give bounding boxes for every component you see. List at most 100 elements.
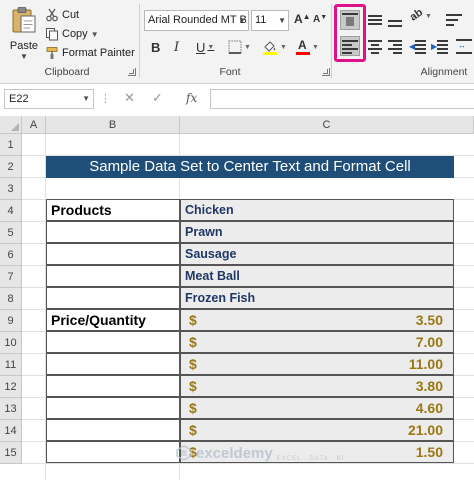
increase-indent-icon[interactable]: ▶	[431, 39, 448, 54]
format-painter-button[interactable]: Format Painter	[44, 44, 135, 62]
bold-button[interactable]: B	[151, 38, 160, 56]
empty-cell[interactable]	[46, 441, 180, 463]
price-value: 3.80	[415, 378, 443, 394]
enter-icon[interactable]: ✓	[152, 90, 163, 106]
align-center-icon[interactable]	[368, 39, 384, 54]
increase-font-size-button[interactable]: A▲	[294, 12, 311, 26]
row-header[interactable]: 9	[0, 310, 22, 332]
cancel-icon[interactable]: ✕	[124, 90, 135, 106]
table-title[interactable]: Sample Data Set to Center Text and Forma…	[46, 156, 454, 178]
cut-button[interactable]: Cut	[44, 6, 79, 24]
font-size-select[interactable]: 11 ▼	[251, 10, 289, 31]
currency-symbol: $	[189, 334, 197, 350]
price-cell[interactable]: $21.00	[180, 419, 454, 441]
copy-icon	[44, 27, 60, 41]
copy-label: Copy	[62, 28, 88, 40]
row-header[interactable]: 7	[0, 266, 22, 288]
font-launcher-icon[interactable]	[322, 68, 330, 76]
select-all-button[interactable]	[0, 116, 22, 134]
group-separator	[139, 4, 140, 78]
chevron-down-icon: ▼	[280, 43, 287, 51]
underline-button[interactable]: U ▼	[196, 38, 214, 56]
middle-align-icon[interactable]	[368, 13, 384, 27]
currency-symbol: $	[189, 422, 197, 438]
row-header[interactable]: 5	[0, 222, 22, 244]
fill-color-button[interactable]: ▼	[262, 38, 287, 56]
row-header[interactable]: 2	[0, 156, 22, 178]
top-align-button[interactable]	[340, 10, 360, 30]
price-cell[interactable]: $4.60	[180, 397, 454, 419]
row-header[interactable]: 4	[0, 200, 22, 222]
price-cell[interactable]: $3.80	[180, 375, 454, 397]
products-header-cell[interactable]: Products	[46, 199, 180, 221]
product-cell[interactable]: Chicken	[180, 199, 454, 221]
price-header-cell[interactable]: Price/Quantity	[46, 309, 180, 331]
cut-label: Cut	[62, 9, 80, 21]
product-cell[interactable]: Frozen Fish	[180, 287, 454, 309]
merge-center-icon[interactable]: ↔	[456, 39, 472, 54]
price-value: 1.50	[415, 444, 443, 460]
row-header[interactable]: 12	[0, 376, 22, 398]
empty-cell[interactable]	[46, 265, 180, 287]
price-cell[interactable]: $11.00	[180, 353, 454, 375]
row-header[interactable]: 6	[0, 244, 22, 266]
wrap-text-icon[interactable]	[446, 13, 462, 27]
chevron-down-icon: ▼	[312, 43, 319, 51]
more-icon[interactable]: ⋮	[100, 92, 111, 105]
currency-symbol: $	[189, 356, 197, 372]
font-name-select[interactable]: Arial Rounded MT B ▼	[144, 10, 249, 31]
row-header[interactable]: 11	[0, 354, 22, 376]
empty-cell[interactable]	[46, 397, 180, 419]
chevron-down-icon[interactable]: ▼	[91, 30, 99, 39]
product-cell[interactable]: Prawn	[180, 221, 454, 243]
column-header[interactable]: C	[180, 116, 474, 134]
row-header[interactable]: 13	[0, 398, 22, 420]
font-color-button[interactable]: A ▼	[296, 38, 319, 56]
insert-function-button[interactable]: fx	[186, 91, 197, 105]
exceldemy-logo-icon	[176, 445, 192, 461]
spreadsheet-grid: A B C 1 2 3 4 5 6 7 8 9 10 11 12 13 14 15 Sample Data …	[0, 116, 474, 480]
row-header[interactable]: 15	[0, 442, 22, 464]
product-cell[interactable]: Meat Ball	[180, 265, 454, 287]
chevron-down-icon: ▼	[82, 94, 90, 103]
name-box[interactable]: E22 ▼	[4, 89, 94, 109]
price-cell[interactable]: $7.00	[180, 331, 454, 353]
row-header[interactable]: 10	[0, 332, 22, 354]
currency-symbol: $	[189, 312, 197, 328]
empty-cell[interactable]	[46, 331, 180, 353]
row-header[interactable]: 1	[0, 134, 22, 156]
row-header[interactable]: 8	[0, 288, 22, 310]
bottom-align-icon[interactable]	[388, 13, 404, 27]
empty-cell[interactable]	[46, 287, 180, 309]
italic-button[interactable]: I	[174, 38, 179, 56]
chevron-down-icon[interactable]: ▼	[19, 52, 29, 61]
column-header[interactable]: B	[46, 116, 180, 134]
row-header[interactable]: 3	[0, 178, 22, 200]
clipboard-launcher-icon[interactable]	[128, 68, 136, 76]
align-right-icon[interactable]	[388, 39, 404, 54]
row-header[interactable]: 14	[0, 420, 22, 442]
product-cell[interactable]: Sausage	[180, 243, 454, 265]
ribbon: Paste ▼ Cut Copy ▼ Format Painter Clipbo…	[0, 0, 474, 84]
column-header[interactable]: A	[22, 116, 46, 134]
align-left-button[interactable]	[340, 36, 360, 56]
borders-button[interactable]: ▼	[228, 38, 251, 56]
orientation-icon[interactable]: ab ▼	[408, 6, 432, 25]
chevron-down-icon: ▼	[238, 16, 246, 25]
clipboard-group-label: Clipboard	[44, 66, 90, 78]
paste-button[interactable]: Paste ▼	[2, 4, 46, 61]
formula-input[interactable]	[210, 89, 474, 109]
copy-button[interactable]: Copy ▼	[44, 25, 99, 43]
price-value: 11.00	[408, 356, 443, 372]
empty-cell[interactable]	[46, 221, 180, 243]
paste-label: Paste	[9, 40, 39, 52]
empty-cell[interactable]	[46, 243, 180, 265]
empty-cell[interactable]	[46, 353, 180, 375]
empty-cell[interactable]	[46, 375, 180, 397]
empty-cell[interactable]	[46, 419, 180, 441]
decrease-font-size-button[interactable]: A▼	[313, 14, 327, 25]
borders-icon	[228, 40, 242, 54]
name-box-value: E22	[9, 93, 29, 105]
decrease-indent-icon[interactable]: ◀	[409, 39, 426, 54]
price-cell[interactable]: $3.50	[180, 309, 454, 331]
